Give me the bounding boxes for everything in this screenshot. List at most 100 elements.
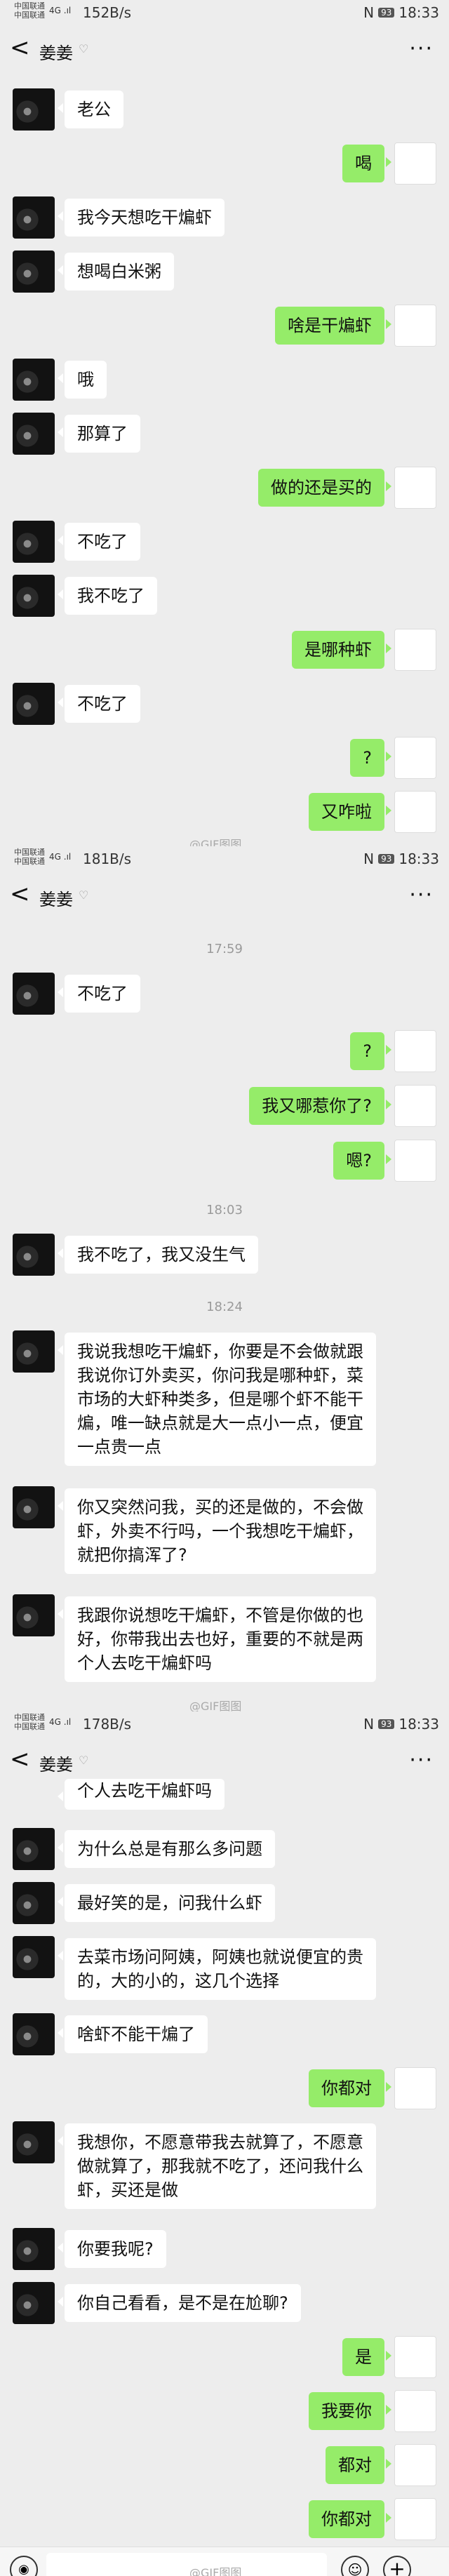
message-bubble[interactable]: 我不吃了，我又没生气: [58, 1236, 258, 1274]
status-bar: 中国联通 中国联通 4G .ıl 181B/s N 93 18:33: [0, 846, 449, 872]
message-bubble[interactable]: 我要你: [309, 2392, 391, 2430]
screenshot-panel-1: 中国联通 中国联通 4G .ıl 152B/s N 93 18:33 < 姜姜 ♡ ·…: [0, 0, 449, 846]
my-avatar[interactable]: [394, 1085, 436, 1127]
message-bubble[interactable]: 你自己看看，是不是在尬聊?: [58, 2284, 301, 2322]
message-bubble[interactable]: 是哪种虾: [292, 631, 391, 669]
my-avatar[interactable]: [394, 2390, 436, 2432]
my-avatar[interactable]: [394, 305, 436, 347]
my-avatar[interactable]: [394, 142, 436, 185]
network-speed: 181B/s: [83, 850, 132, 867]
message-bubble[interactable]: 为什么总是有那么多问题: [58, 1830, 275, 1868]
more-options-icon[interactable]: ···: [409, 36, 434, 61]
contact-avatar[interactable]: [13, 1828, 55, 1870]
message-bubble[interactable]: 都对: [326, 2446, 391, 2484]
my-avatar[interactable]: [394, 737, 436, 779]
more-options-icon[interactable]: ···: [409, 1748, 434, 1773]
contact-avatar[interactable]: [13, 2228, 55, 2270]
contact-avatar[interactable]: [13, 88, 55, 131]
contact-avatar[interactable]: [13, 251, 55, 293]
message-bubble[interactable]: 不吃了: [58, 523, 140, 561]
plus-icon[interactable]: +: [383, 2556, 411, 2576]
contact-avatar[interactable]: [13, 2121, 55, 2163]
status-bar: 中国联通 中国联通 4G .ıl 152B/s N 93 18:33: [0, 0, 449, 25]
screenshot-panel-2: 中国联通 中国联通 4G .ıl 181B/s N 93 18:33 < 姜姜 ♡ ·…: [0, 846, 449, 1711]
message-bubble[interactable]: 最好笑的是，问我什么虾: [58, 1884, 275, 1922]
message-bubble[interactable]: 啥虾不能干煸了: [58, 2015, 208, 2053]
my-avatar[interactable]: [394, 791, 436, 833]
my-avatar[interactable]: [394, 2067, 436, 2109]
contact-avatar[interactable]: [13, 359, 55, 401]
contact-avatar[interactable]: [13, 413, 55, 455]
contact-avatar[interactable]: [13, 1234, 55, 1276]
message-bubble[interactable]: 不吃了: [58, 685, 140, 723]
message-bubble[interactable]: 那算了: [58, 415, 140, 453]
screenshot-panel-3: 中国联通 中国联通 4G .ıl 178B/s N 93 18:33 < 姜姜 ♡ ·…: [0, 1711, 449, 2576]
message-bubble[interactable]: 我今天想吃干煸虾: [58, 199, 224, 236]
message-bubble[interactable]: 你都对: [309, 2069, 391, 2107]
contact-avatar[interactable]: [13, 2013, 55, 2055]
emoji-icon[interactable]: ☺: [341, 2556, 369, 2576]
my-avatar[interactable]: [394, 1030, 436, 1072]
status-right: N 93 18:33: [363, 1716, 439, 1733]
back-arrow-icon[interactable]: <: [10, 1745, 30, 1773]
my-avatar[interactable]: [394, 2444, 436, 2486]
message-bubble[interactable]: 想喝白米粥: [58, 253, 174, 291]
my-avatar[interactable]: [394, 629, 436, 671]
back-arrow-icon[interactable]: <: [10, 34, 30, 62]
message-bubble[interactable]: 啥是干煸虾: [275, 307, 391, 345]
contact-avatar[interactable]: [13, 973, 55, 1015]
watermark: @GIF图图: [189, 1700, 242, 1711]
status-bar: 中国联通 中国联通 4G .ıl 178B/s N 93 18:33: [0, 1711, 449, 1737]
message-bubble[interactable]: 我跟你说想吃干煸虾，不管是你做的也 好，你带我出去也好，重要的不就是两 个人去吃…: [58, 1596, 376, 1682]
message-bubble[interactable]: 老公: [58, 91, 123, 128]
voice-input-icon[interactable]: ◉: [10, 2556, 38, 2576]
message-bubble[interactable]: 喝: [342, 145, 391, 182]
message-bubble[interactable]: 嗯?: [333, 1142, 391, 1180]
signal-icon: 4G .ıl: [49, 852, 72, 862]
clock: 18:33: [398, 850, 439, 867]
contact-status-icon: ♡: [79, 42, 89, 55]
contact-avatar[interactable]: [13, 1330, 55, 1373]
watermark: @GIF图图: [189, 2566, 242, 2576]
message-bubble[interactable]: 不吃了: [58, 975, 140, 1013]
signal-icon: 4G .ıl: [49, 1717, 72, 1727]
message-bubble[interactable]: 我说我想吃干煸虾，你要是不会做就跟 我说你订外卖买，你问我是哪种虾，菜 市场的大…: [58, 1333, 376, 1466]
clock: 18:33: [398, 1716, 439, 1733]
my-avatar[interactable]: [394, 1140, 436, 1182]
message-bubble[interactable]: 又咋啦: [309, 793, 391, 831]
carrier-label: 中国联通 中国联通: [14, 848, 45, 866]
chat-title: 姜姜: [39, 1755, 73, 1775]
message-bubble[interactable]: 你都对: [309, 2500, 391, 2538]
contact-avatar[interactable]: [13, 2282, 55, 2324]
contact-avatar[interactable]: [13, 1486, 55, 1528]
message-bubble[interactable]: ?: [350, 739, 391, 777]
carrier-label: 中国联通 中国联通: [14, 1713, 45, 1731]
contact-avatar[interactable]: [13, 521, 55, 563]
contact-avatar[interactable]: [13, 1936, 55, 1978]
contact-avatar[interactable]: [13, 575, 55, 617]
battery-icon: 93: [378, 1719, 395, 1729]
my-avatar[interactable]: [394, 2498, 436, 2540]
back-arrow-icon[interactable]: <: [10, 880, 30, 908]
more-options-icon[interactable]: ···: [409, 883, 434, 907]
message-bubble[interactable]: 你要我呢?: [58, 2230, 166, 2268]
contact-avatar[interactable]: [13, 683, 55, 725]
my-avatar[interactable]: [394, 467, 436, 509]
message-bubble[interactable]: 去菜市场问阿姨，阿姨也就说便宜的贵 的，大的小的，这几个选择: [58, 1938, 376, 2000]
status-right: N 93 18:33: [363, 4, 439, 21]
message-bubble[interactable]: ?: [350, 1032, 391, 1070]
my-avatar[interactable]: [394, 2336, 436, 2378]
message-bubble[interactable]: 做的还是买的: [258, 469, 391, 507]
chat-header: < 姜姜 ♡ ···: [0, 27, 449, 69]
message-bubble[interactable]: 哦: [58, 361, 107, 399]
message-bubble[interactable]: 我想你，不愿意带我去就算了，不愿意 做就算了，那我就不吃了，还问我什么 虾，买还…: [58, 2123, 376, 2209]
message-bubble[interactable]: 我又哪惹你了?: [249, 1087, 391, 1125]
message-input[interactable]: [46, 2553, 327, 2576]
message-bubble-partial[interactable]: 个人去吃干煸虾吗: [58, 1779, 224, 1810]
contact-avatar[interactable]: [13, 1594, 55, 1636]
contact-avatar[interactable]: [13, 1882, 55, 1924]
message-bubble[interactable]: 你又突然问我，买的还是做的，不会做 虾，外卖不行吗，一个我想吃干煸虾， 就把你搞…: [58, 1488, 376, 1574]
message-bubble[interactable]: 我不吃了: [58, 577, 157, 615]
contact-avatar[interactable]: [13, 196, 55, 239]
message-bubble[interactable]: 是: [342, 2338, 391, 2376]
